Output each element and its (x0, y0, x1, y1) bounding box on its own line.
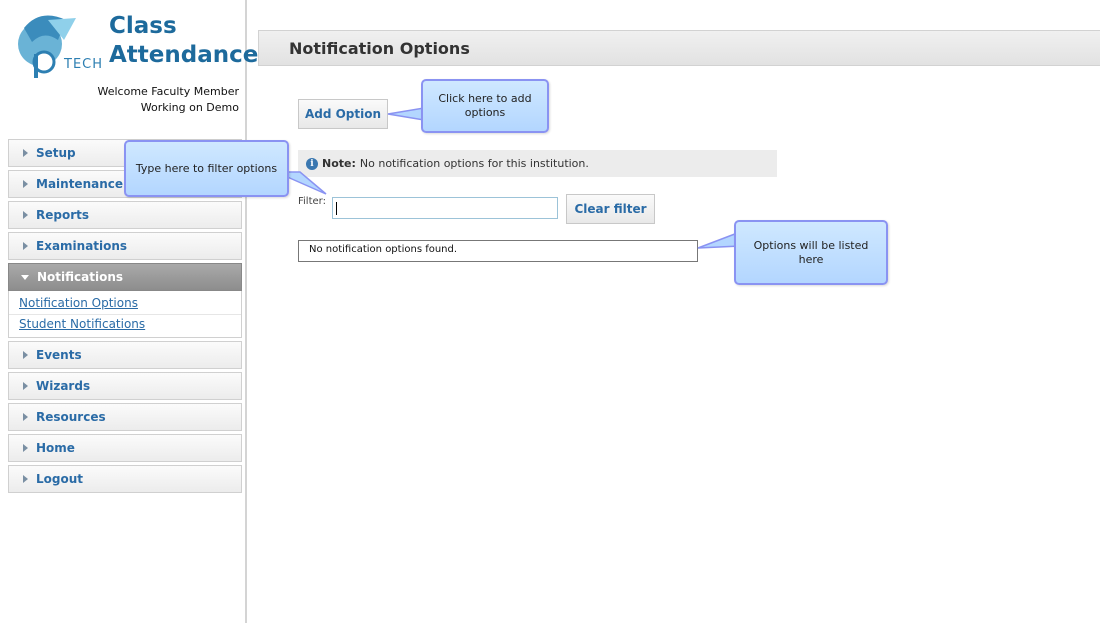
app-title: Class Attendance (109, 12, 258, 70)
sidebar-item-label: Home (36, 441, 75, 455)
collapse-arrow-icon (21, 274, 29, 280)
info-icon: i (306, 157, 318, 170)
sidebar-item-label: Maintenance (36, 177, 124, 191)
sidebar-item-examinations[interactable]: Examinations (8, 232, 242, 260)
callout-filter: Type here to filter options (124, 140, 289, 197)
callout-add-option: Click here to add options (421, 79, 549, 133)
expand-arrow-icon (23, 444, 28, 452)
working-on: Working on Demo (140, 101, 239, 114)
sidebar-item-label: Reports (36, 208, 90, 222)
expand-arrow-icon (23, 382, 28, 390)
app-title-line1: Class (109, 13, 177, 39)
empty-results-message: No notification options found. (309, 244, 458, 255)
welcome-text: Welcome Faculty Member Working on Demo (97, 84, 239, 116)
results-list: No notification options found. (298, 240, 698, 262)
iptech-logo: TECH (18, 15, 102, 78)
expand-arrow-icon (23, 242, 28, 250)
submenu-link-notification-options[interactable]: Notification Options (9, 294, 241, 315)
add-option-button[interactable]: Add Option (298, 99, 388, 129)
notifications-submenu: Notification Options Student Notificatio… (8, 291, 242, 338)
sidebar-item-home[interactable]: Home (8, 434, 242, 462)
sidebar-item-events[interactable]: Events (8, 341, 242, 369)
expand-arrow-icon (23, 351, 28, 359)
sidebar-item-notifications[interactable]: Notifications (8, 263, 242, 291)
sidebar-item-wizards[interactable]: Wizards (8, 372, 242, 400)
sidebar: TECH Class Attendance Welcome Faculty Me… (0, 0, 258, 623)
expand-arrow-icon (23, 180, 28, 188)
clear-filter-button[interactable]: Clear filter (566, 194, 655, 224)
sidebar-item-label: Resources (36, 410, 106, 424)
sidebar-item-label: Logout (36, 472, 84, 486)
note-label: Note: (322, 157, 356, 170)
sidebar-item-label: Setup (36, 146, 76, 160)
welcome-user: Welcome Faculty Member (97, 85, 239, 98)
sidebar-item-label: Wizards (36, 379, 91, 393)
expand-arrow-icon (23, 211, 28, 219)
text-cursor (336, 202, 337, 215)
note-text: No notification options for this institu… (359, 157, 589, 170)
sidebar-item-label: Events (36, 348, 82, 362)
svg-text:TECH: TECH (63, 57, 102, 72)
sidebar-item-logout[interactable]: Logout (8, 465, 242, 493)
expand-arrow-icon (23, 149, 28, 157)
app-title-line2: Attendance (109, 42, 259, 68)
page-header: Notification Options (258, 30, 1100, 66)
note-bar: i Note: No notification options for this… (298, 150, 777, 177)
expand-arrow-icon (23, 475, 28, 483)
callout-list: Options will be listed here (734, 220, 888, 285)
filter-input[interactable] (332, 197, 558, 219)
expand-arrow-icon (23, 413, 28, 421)
callout-list-text: Options will be listed here (753, 238, 869, 266)
sidebar-item-resources[interactable]: Resources (8, 403, 242, 431)
page-title: Notification Options (289, 39, 470, 58)
sidebar-item-label: Notifications (37, 270, 124, 284)
callout-filter-text: Type here to filter options (135, 161, 278, 175)
submenu-link-student-notifications[interactable]: Student Notifications (9, 315, 241, 335)
callout-add-text: Click here to add options (438, 92, 532, 119)
sidebar-item-label: Examinations (36, 239, 128, 253)
sidebar-item-reports[interactable]: Reports (8, 201, 242, 229)
